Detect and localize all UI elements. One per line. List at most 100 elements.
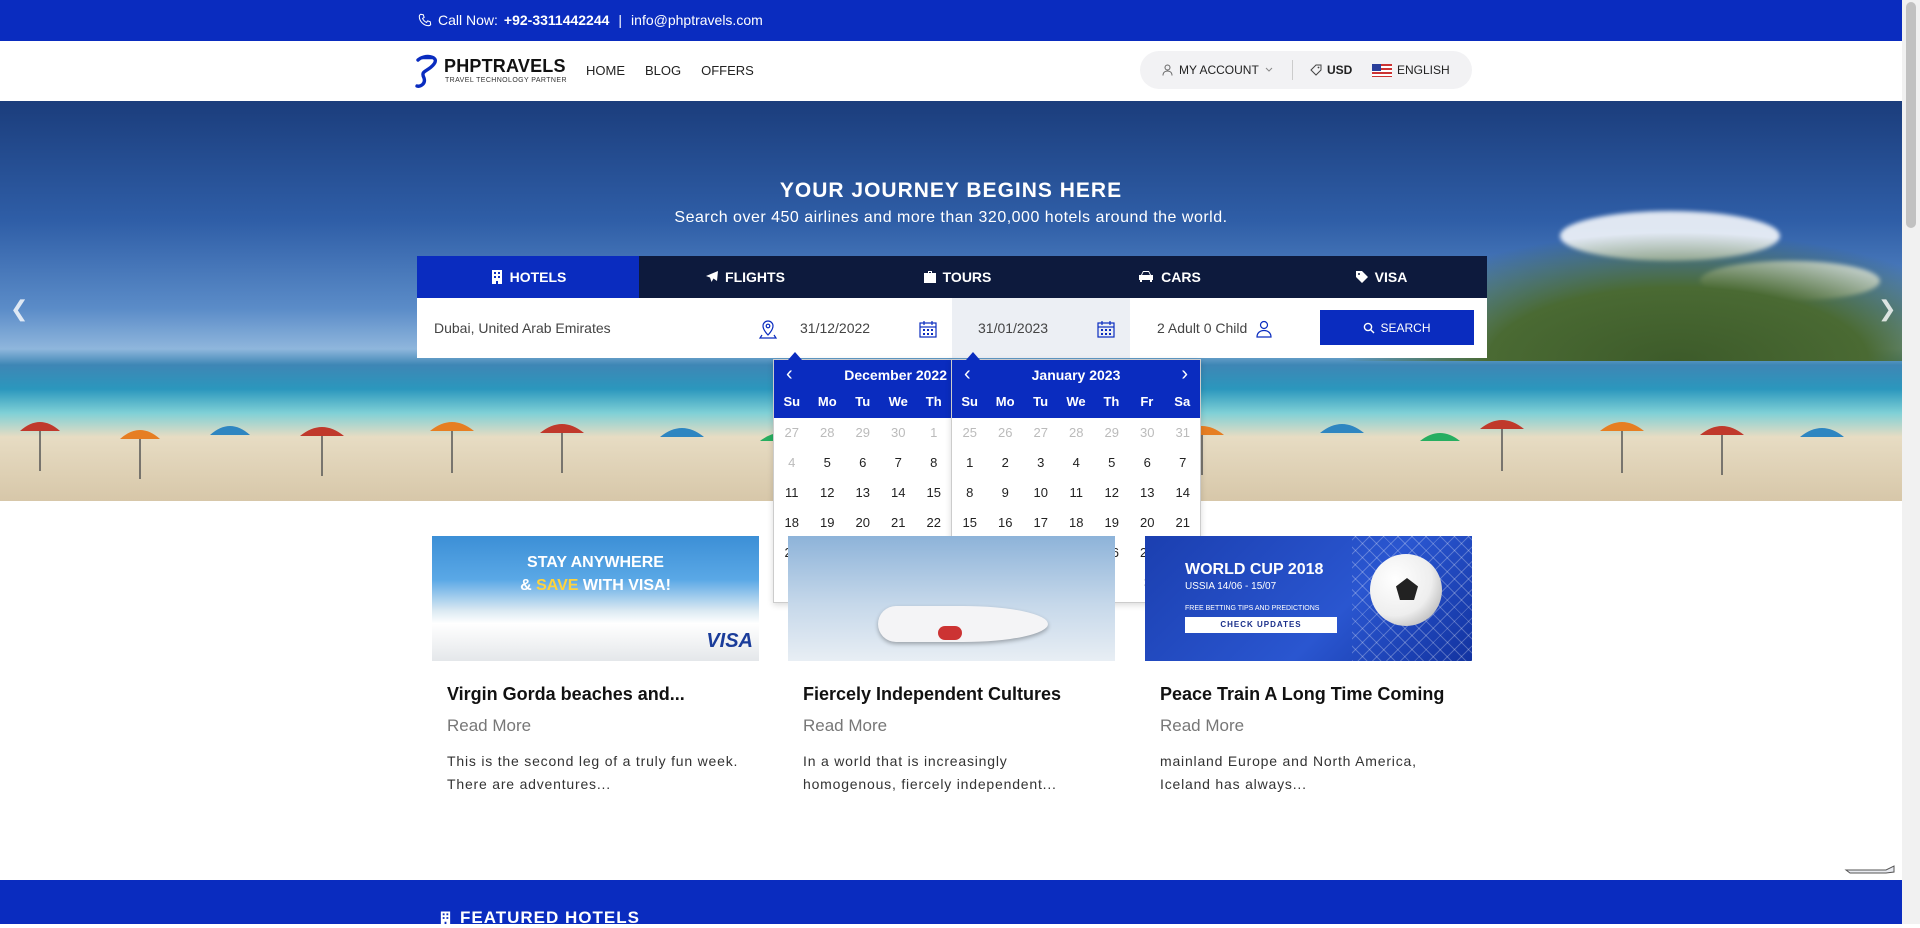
read-more-link[interactable]: Read More bbox=[447, 716, 531, 736]
card-image[interactable]: STAY ANYWHERE & SAVE WITH VISA! VISA bbox=[432, 536, 759, 661]
day-cell[interactable]: 29 bbox=[1094, 418, 1130, 448]
nav-blog[interactable]: BLOG bbox=[645, 63, 681, 78]
weekday-label: Su bbox=[961, 394, 979, 409]
day-cell[interactable]: 3 bbox=[1023, 448, 1059, 478]
card-title[interactable]: Peace Train A Long Time Coming bbox=[1160, 684, 1444, 705]
search-icon bbox=[1364, 322, 1375, 333]
day-cell[interactable]: 15 bbox=[916, 478, 952, 508]
day-cell[interactable]: 6 bbox=[1130, 448, 1166, 478]
read-more-link[interactable]: Read More bbox=[1160, 716, 1244, 736]
day-cell[interactable]: 2 bbox=[988, 448, 1024, 478]
day-cell[interactable]: 9 bbox=[988, 478, 1024, 508]
day-cell[interactable]: 5 bbox=[1094, 448, 1130, 478]
day-cell[interactable]: 1 bbox=[916, 418, 952, 448]
separator: | bbox=[618, 12, 623, 28]
main-header: PHPTRAVELS TRAVEL TECHNOLOGY PARTNER HOM… bbox=[0, 41, 1902, 102]
banner-line: FREE BETTING TIPS AND PREDICTIONS bbox=[1185, 605, 1320, 612]
nav-home[interactable]: HOME bbox=[586, 63, 625, 78]
month-title: January 2023 bbox=[1031, 367, 1121, 383]
checkout-date-input[interactable]: 31/01/2023 bbox=[952, 298, 1130, 358]
day-cell[interactable]: 6 bbox=[845, 448, 881, 478]
site-logo[interactable]: PHPTRAVELS TRAVEL TECHNOLOGY PARTNER bbox=[414, 54, 567, 88]
day-cell[interactable]: 13 bbox=[845, 478, 881, 508]
user-icon bbox=[1162, 64, 1173, 76]
tab-tours-label: TOURS bbox=[942, 269, 992, 285]
search-button[interactable]: SEARCH bbox=[1320, 310, 1474, 345]
day-cell[interactable]: 8 bbox=[952, 478, 988, 508]
phone-number[interactable]: +92-3311442244 bbox=[504, 12, 610, 28]
day-cell[interactable]: 14 bbox=[1165, 478, 1201, 508]
currency-selector[interactable]: USD bbox=[1310, 63, 1352, 77]
day-cell[interactable]: 4 bbox=[1059, 448, 1095, 478]
day-cell[interactable]: 28 bbox=[1059, 418, 1095, 448]
page-scrollbar[interactable] bbox=[1902, 0, 1920, 924]
day-cell[interactable]: 22 bbox=[916, 508, 952, 538]
day-cell[interactable]: 1 bbox=[952, 448, 988, 478]
location-input[interactable]: Dubai, United Arab Emirates bbox=[434, 298, 778, 358]
slider-next-icon[interactable]: ❯ bbox=[1878, 296, 1896, 322]
tab-tours[interactable]: TOURS bbox=[851, 256, 1063, 298]
day-cell[interactable]: 16 bbox=[988, 508, 1024, 538]
day-cell[interactable]: 19 bbox=[1094, 508, 1130, 538]
card-description: This is the second leg of a truly fun we… bbox=[447, 753, 739, 792]
day-cell[interactable]: 12 bbox=[1094, 478, 1130, 508]
scrollbar-thumb[interactable] bbox=[1906, 2, 1916, 228]
day-cell[interactable]: 30 bbox=[881, 418, 917, 448]
day-cell[interactable]: 20 bbox=[845, 508, 881, 538]
day-cell[interactable]: 25 bbox=[952, 418, 988, 448]
guests-input[interactable]: 2 Adult 0 Child bbox=[1130, 298, 1280, 358]
tab-hotels[interactable]: HOTELS bbox=[417, 256, 639, 298]
day-cell[interactable]: 15 bbox=[952, 508, 988, 538]
day-cell[interactable]: 11 bbox=[1059, 478, 1095, 508]
day-cell[interactable]: 18 bbox=[774, 508, 810, 538]
card-description: In a world that is increasingly homogeno… bbox=[803, 753, 1057, 792]
card-image[interactable] bbox=[788, 536, 1115, 661]
tab-visa[interactable]: VISA bbox=[1275, 256, 1487, 298]
nav-offers[interactable]: OFFERS bbox=[701, 63, 754, 78]
day-cell[interactable]: 21 bbox=[881, 508, 917, 538]
day-cell[interactable]: 7 bbox=[881, 448, 917, 478]
day-cell[interactable]: 19 bbox=[810, 508, 846, 538]
next-month-icon[interactable]: › bbox=[1181, 363, 1188, 386]
day-cell[interactable]: 11 bbox=[774, 478, 810, 508]
day-cell[interactable]: 26 bbox=[988, 418, 1024, 448]
card-image[interactable]: WORLD CUP 2018 USSIA 14/06 - 15/07 FREE … bbox=[1145, 536, 1472, 661]
day-cell[interactable]: 8 bbox=[916, 448, 952, 478]
day-cell[interactable]: 20 bbox=[1130, 508, 1166, 538]
card-title[interactable]: Virgin Gorda beaches and... bbox=[447, 684, 685, 705]
language-selector[interactable]: ENGLISH bbox=[1372, 63, 1450, 77]
day-cell[interactable]: 28 bbox=[810, 418, 846, 448]
datepicker-caret bbox=[788, 352, 802, 360]
hero-title: YOUR JOURNEY BEGINS HERE bbox=[779, 179, 1123, 202]
my-account-dropdown[interactable]: MY ACCOUNT bbox=[1162, 63, 1273, 77]
airplane-illustration bbox=[878, 606, 1048, 642]
prev-month-icon[interactable]: ‹ bbox=[786, 363, 793, 386]
day-cell[interactable]: 4 bbox=[774, 448, 810, 478]
weekday-label: Tu bbox=[1033, 394, 1049, 409]
day-cell[interactable]: 12 bbox=[810, 478, 846, 508]
checkout-value: 31/01/2023 bbox=[978, 320, 1049, 336]
slider-prev-icon[interactable]: ❮ bbox=[10, 296, 28, 322]
read-more-link[interactable]: Read More bbox=[803, 716, 887, 736]
day-cell[interactable]: 10 bbox=[1023, 478, 1059, 508]
day-cell[interactable]: 31 bbox=[1165, 418, 1201, 448]
day-cell[interactable]: 14 bbox=[881, 478, 917, 508]
tab-flights[interactable]: FLIGHTS bbox=[639, 256, 851, 298]
day-cell[interactable]: 27 bbox=[774, 418, 810, 448]
day-cell[interactable]: 5 bbox=[810, 448, 846, 478]
day-cell[interactable]: 13 bbox=[1130, 478, 1166, 508]
phone-icon bbox=[418, 13, 432, 27]
checkin-value: 31/12/2022 bbox=[800, 320, 871, 336]
checkin-date-input[interactable]: 31/12/2022 bbox=[774, 298, 952, 358]
day-cell[interactable]: 30 bbox=[1130, 418, 1166, 448]
tab-cars[interactable]: CARS bbox=[1063, 256, 1275, 298]
day-cell[interactable]: 7 bbox=[1165, 448, 1201, 478]
day-cell[interactable]: 21 bbox=[1165, 508, 1201, 538]
day-cell[interactable]: 29 bbox=[845, 418, 881, 448]
card-title[interactable]: Fiercely Independent Cultures bbox=[803, 684, 1061, 705]
email-link[interactable]: info@phptravels.com bbox=[631, 12, 763, 28]
weekday-label: Th bbox=[1103, 394, 1120, 409]
day-cell[interactable]: 18 bbox=[1059, 508, 1095, 538]
day-cell[interactable]: 27 bbox=[1023, 418, 1059, 448]
day-cell[interactable]: 17 bbox=[1023, 508, 1059, 538]
